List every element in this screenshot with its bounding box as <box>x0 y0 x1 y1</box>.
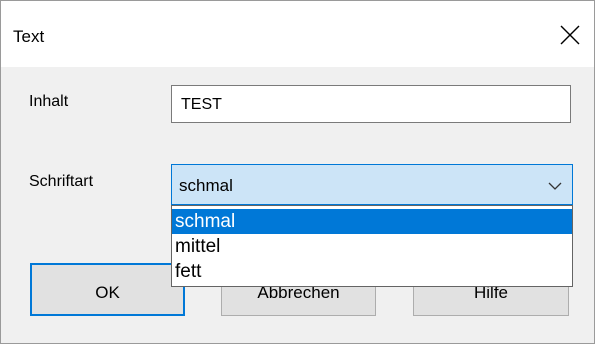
font-options-list: schmal mittel fett <box>171 205 573 287</box>
font-select[interactable]: schmal <box>171 164 573 205</box>
font-option-fett[interactable]: fett <box>172 259 572 284</box>
ok-button[interactable]: OK <box>30 263 185 316</box>
close-icon <box>560 25 580 45</box>
content-input[interactable]: TEST <box>171 85 571 123</box>
text-dialog: Text Inhalt TEST Schriftart schmal OK Ab… <box>0 0 595 344</box>
close-button[interactable] <box>547 13 593 57</box>
font-select-value: schmal <box>179 176 233 195</box>
content-input-value: TEST <box>181 96 222 113</box>
font-label: Schriftart <box>29 173 94 190</box>
font-option-mittel[interactable]: mittel <box>172 234 572 259</box>
font-option-schmal[interactable]: schmal <box>172 209 572 234</box>
window-title: Text <box>13 27 45 46</box>
title-bar: Text <box>1 1 594 67</box>
chevron-down-icon <box>548 182 562 190</box>
content-label: Inhalt <box>29 93 69 110</box>
